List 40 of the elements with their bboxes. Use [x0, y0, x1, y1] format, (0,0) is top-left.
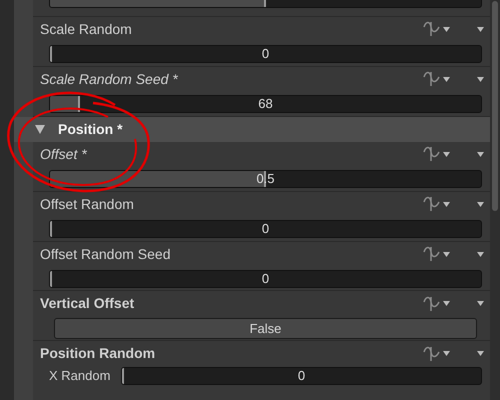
property-label: Position Random: [40, 344, 156, 364]
curve-icon[interactable]: [423, 21, 441, 38]
curve-icon[interactable]: [423, 246, 441, 262]
property-label: Scale Random Seed *: [40, 70, 178, 89]
caret-icon[interactable]: [443, 351, 450, 356]
curve-icon[interactable]: [423, 346, 441, 362]
section-header[interactable]: Position *: [14, 116, 490, 142]
property-label: Scale Random: [40, 20, 132, 39]
slider-track[interactable]: 0: [121, 367, 482, 386]
section-title: Position *: [58, 120, 123, 139]
caret-icon[interactable]: [443, 252, 450, 257]
slider-track[interactable]: 0: [49, 220, 482, 238]
property-label: Vertical Offset: [40, 294, 134, 314]
caret-icon[interactable]: [477, 351, 484, 356]
caret-icon[interactable]: [477, 76, 484, 82]
component-label: X Random: [49, 367, 112, 386]
caret-icon[interactable]: [443, 26, 450, 32]
expand-triangle-icon[interactable]: [35, 124, 45, 134]
caret-icon[interactable]: [477, 152, 484, 157]
curve-icon[interactable]: [423, 71, 441, 88]
caret-icon[interactable]: [477, 301, 484, 306]
caret-icon[interactable]: [443, 301, 450, 306]
property-label: Offset Random Seed: [40, 244, 170, 264]
scrollbar-thumb[interactable]: [492, 1, 498, 211]
caret-icon[interactable]: [443, 202, 450, 207]
caret-icon[interactable]: [477, 26, 484, 32]
property-label: Offset *: [40, 144, 87, 164]
curve-icon[interactable]: [423, 196, 441, 212]
curve-icon[interactable]: [423, 146, 441, 162]
curve-icon[interactable]: [423, 296, 441, 312]
slider-track[interactable]: 0.5: [49, 170, 482, 188]
caret-icon[interactable]: [477, 252, 484, 257]
slider-track[interactable]: 0: [49, 44, 482, 63]
slider-track[interactable]: 68: [49, 94, 482, 113]
caret-icon[interactable]: [443, 152, 450, 157]
caret-icon[interactable]: [477, 202, 484, 207]
slider-track[interactable]: 0: [49, 270, 482, 288]
property-label: Offset Random: [40, 194, 134, 214]
caret-icon[interactable]: [443, 76, 450, 82]
toggle-button[interactable]: False: [54, 318, 477, 340]
